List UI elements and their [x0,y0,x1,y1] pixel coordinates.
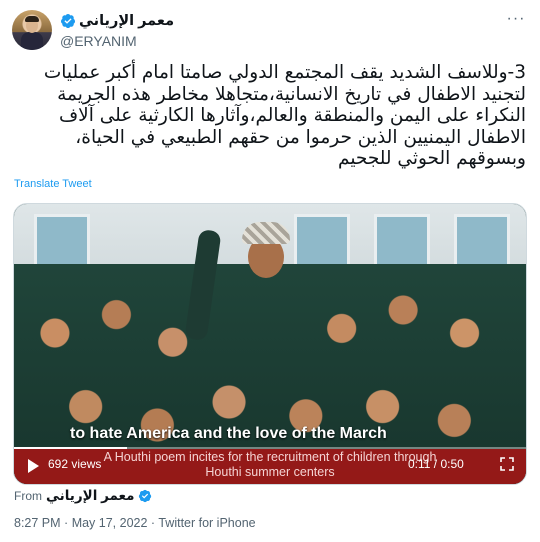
meta-separator: · [64,516,72,530]
author-avatar[interactable] [12,10,52,50]
fullscreen-icon[interactable] [500,457,514,471]
tweet-header: معمر الإرياني @ERYANIM ··· [12,10,528,52]
tweet-metadata: 8:27 PM · May 17, 2022 · Twitter for iPh… [14,516,256,530]
author-handle[interactable]: @ERYANIM [60,31,174,51]
tweet-text: 3-وللاسف الشديد يقف المجتمع الدولي صامتا… [43,62,526,169]
video-frame-speaker [184,222,300,341]
tweet-date[interactable]: May 17, 2022 [72,516,148,530]
from-label: From [14,489,42,503]
verified-badge-icon [61,14,76,29]
tweet-source[interactable]: Twitter for iPhone [158,516,255,530]
play-icon[interactable] [28,459,39,473]
from-author-name[interactable]: معمر الإرياني [46,488,135,504]
author-names[interactable]: معمر الإرياني @ERYANIM [60,11,174,51]
translate-tweet-link[interactable]: Translate Tweet [14,178,92,190]
video-view-count: 692 views [48,457,102,471]
video-subtitle: to hate America and the love of the Marc… [70,425,387,442]
tweet-time[interactable]: 8:27 PM [14,516,61,530]
author-display-name-text[interactable]: معمر الإرياني [79,13,174,29]
tweet-card: معمر الإرياني @ERYANIM ··· 3-وللاسف الشد… [0,0,540,542]
author-display-name[interactable]: معمر الإرياني [60,11,174,31]
video-player[interactable]: to hate America and the love of the Marc… [13,203,527,485]
more-options-icon[interactable]: ··· [504,11,528,32]
video-timestamp: 0:11 / 0:50 [408,457,464,471]
verified-badge-icon [138,489,151,503]
quoted-from: From معمر الإرياني [14,487,152,505]
